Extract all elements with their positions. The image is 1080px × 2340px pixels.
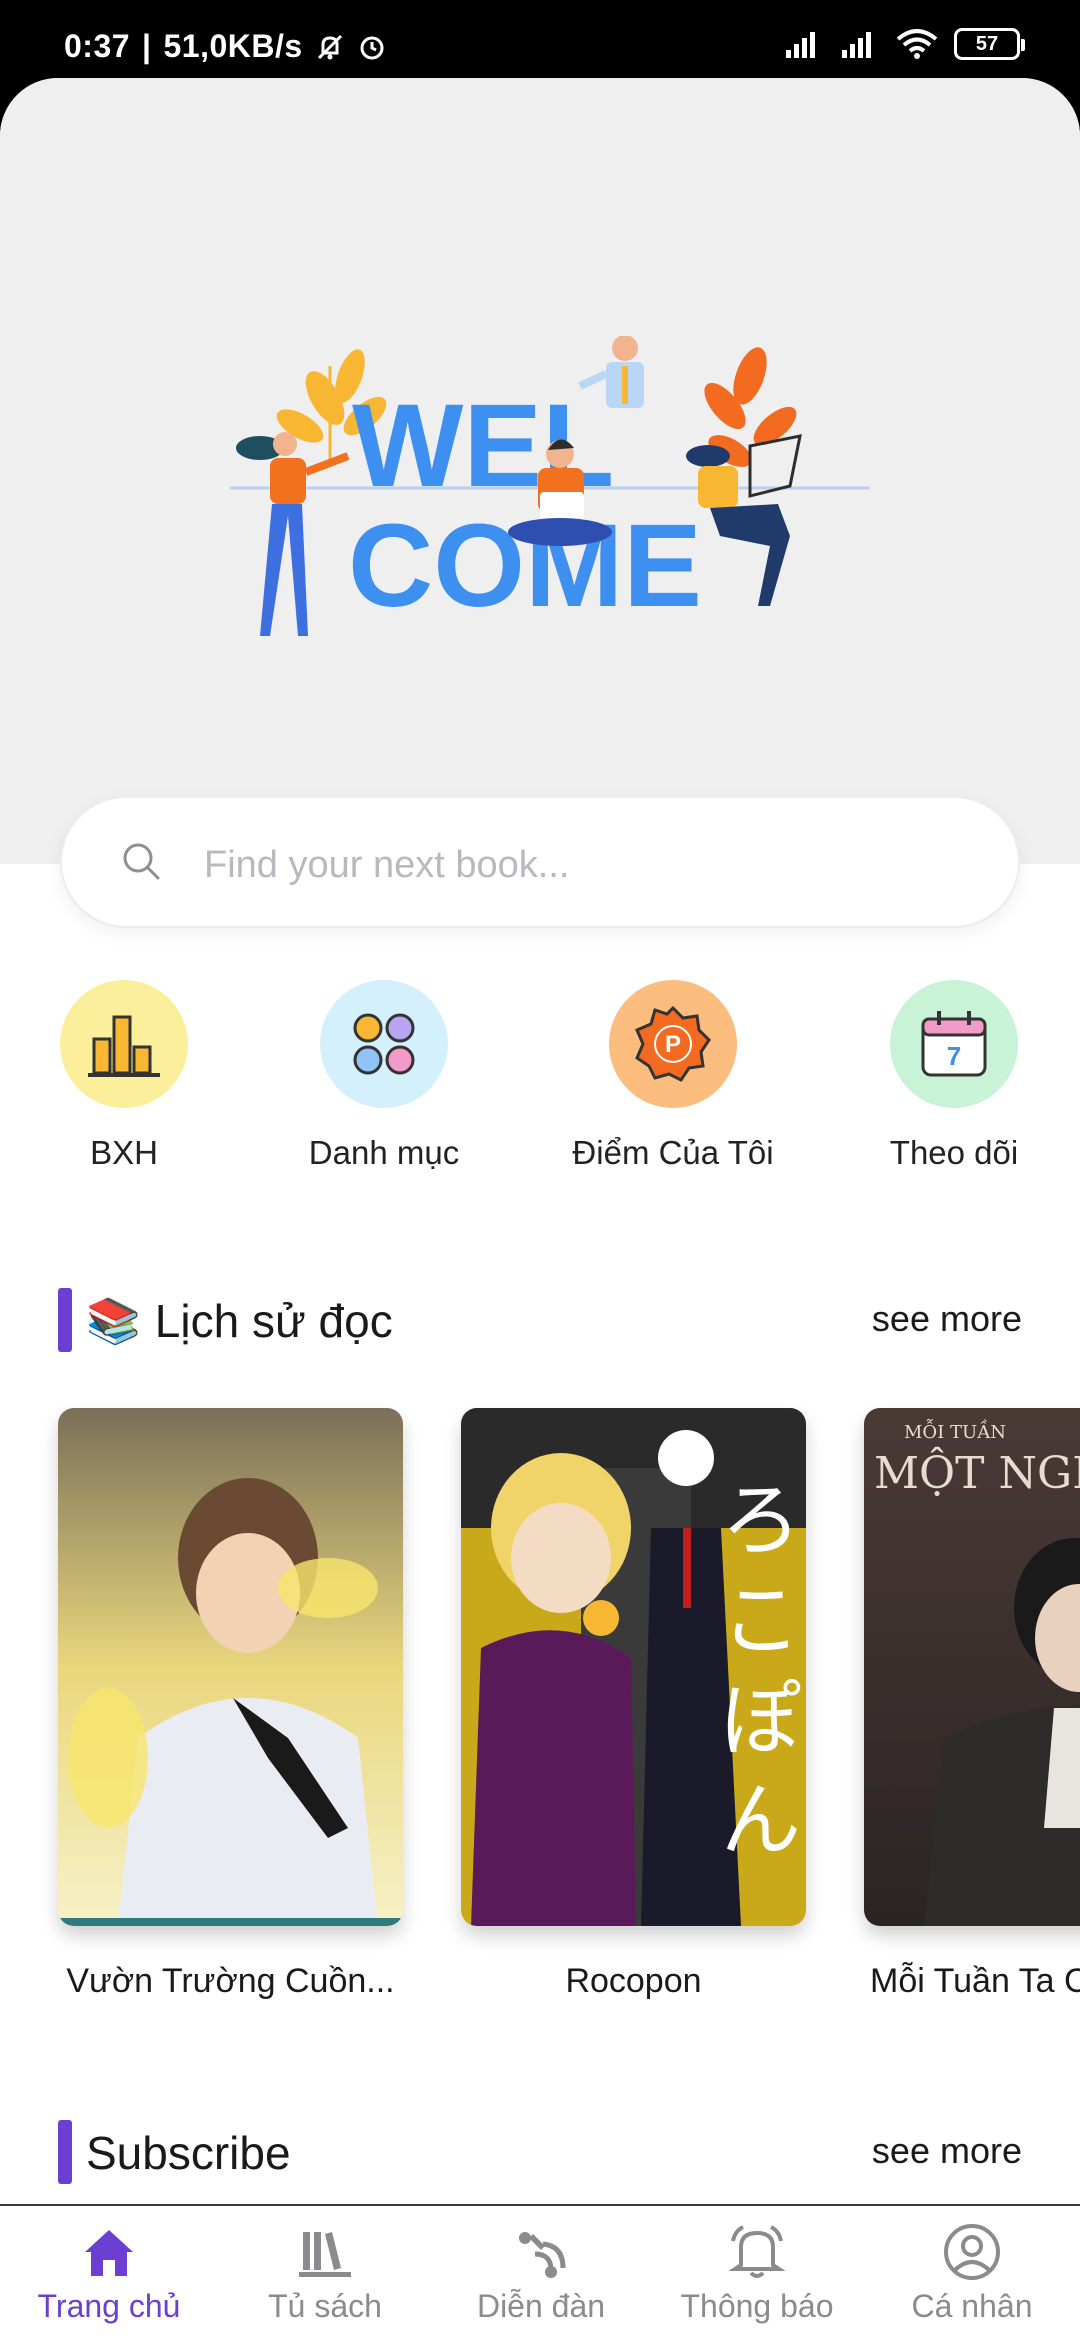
- wifi-icon: [896, 29, 938, 59]
- svg-text:ぽ: ぽ: [721, 1674, 801, 1767]
- svg-text:P: P: [665, 1031, 681, 1058]
- history-section-header: 📚 Lịch sử đọc see more: [0, 1288, 1080, 1358]
- svg-text:ろ: ろ: [721, 1474, 801, 1567]
- search-bar[interactable]: Find your next book...: [60, 796, 1020, 928]
- bookshelf-icon: [297, 2220, 353, 2284]
- subscribe-see-more-link[interactable]: see more: [872, 2130, 1022, 2172]
- mute-icon: [317, 34, 342, 59]
- points-badge-icon: P: [609, 980, 737, 1108]
- search-input[interactable]: Find your next book...: [204, 844, 569, 887]
- book-title: Mỗi Tuần Ta C: [870, 1962, 1080, 2000]
- svg-text:ん: ん: [721, 1774, 801, 1867]
- book-cover: ろ こ ぽ ん: [461, 1408, 806, 1926]
- book-card[interactable]: MỘT NGH MỖI TUẦN Mỗi Tuần Ta C: [864, 1408, 1080, 2001]
- search-icon: [123, 843, 160, 880]
- book-title: Rocopon: [565, 1962, 702, 2000]
- book-card[interactable]: Vườn Trường Cuồn...: [58, 1408, 403, 2001]
- nav-tab-bookshelf[interactable]: Tủ sách: [217, 2206, 433, 2340]
- forum-icon: [511, 2220, 571, 2284]
- bell-icon: [727, 2220, 787, 2284]
- profile-icon: [942, 2220, 1002, 2284]
- book-title: Vườn Trường Cuồn...: [66, 1962, 395, 2000]
- welcome-banner: WEL COME: [0, 78, 1080, 864]
- signal-icon-2: [842, 32, 871, 58]
- svg-text:MỘT NGH: MỘT NGH: [874, 1446, 1080, 1499]
- history-book-list: Vườn Trường Cuồn... ろ こ ぽ ん Rocopon MỘT …: [0, 1408, 1080, 2000]
- status-right: 57: [784, 28, 1025, 60]
- books-emoji-icon: 📚: [86, 1297, 141, 1346]
- home-icon: [81, 2220, 137, 2284]
- subscribe-title: Subscribe: [86, 2127, 291, 2179]
- nav-tab-home[interactable]: Trang chủ: [1, 2206, 217, 2340]
- quick-action-diem[interactable]: P Điểm Của Tôi: [543, 980, 803, 1172]
- signal-icon: [786, 32, 815, 58]
- section-accent-bar: [58, 1288, 72, 1352]
- quick-actions: BXH Danh mục P Điểm Của Tôi 7 Theo dõi: [0, 980, 1080, 1190]
- svg-text:7: 7: [947, 1041, 961, 1071]
- quick-action-theo-doi[interactable]: 7 Theo dõi: [824, 980, 1080, 1172]
- quick-action-danh-muc[interactable]: Danh mục: [254, 980, 514, 1172]
- section-accent-bar: [58, 2120, 72, 2184]
- status-left: 0:37 | 51,0KB/s: [64, 28, 387, 65]
- calendar-icon: 7: [890, 980, 1018, 1108]
- svg-text:こ: こ: [721, 1574, 801, 1667]
- book-card[interactable]: ろ こ ぽ ん Rocopon: [461, 1408, 806, 2001]
- status-network-speed: 51,0KB/s: [163, 28, 303, 64]
- alarm-icon: [360, 36, 384, 59]
- battery-indicator: 57: [954, 28, 1025, 60]
- quick-action-bxh[interactable]: BXH: [0, 980, 254, 1172]
- bar-chart-icon: [60, 980, 188, 1108]
- nav-tab-profile[interactable]: Cá nhân: [864, 2206, 1080, 2340]
- status-time: 0:37: [64, 28, 131, 64]
- book-cover: [58, 1408, 403, 1926]
- book-cover: MỘT NGH MỖI TUẦN: [864, 1408, 1080, 1926]
- history-see-more-link[interactable]: see more: [872, 1298, 1022, 1340]
- status-bar: 0:37 | 51,0KB/s 57: [0, 0, 1080, 78]
- subscribe-section-header: Subscribe see more: [0, 2120, 1080, 2190]
- bottom-navigation: Trang chủ Tủ sách Diễn đàn Thông báo Cá …: [0, 2204, 1080, 2340]
- history-title: 📚 Lịch sử đọc: [86, 1295, 393, 1347]
- welcome-text-line2: COME: [348, 500, 702, 632]
- nav-tab-forum[interactable]: Diễn đàn: [433, 2206, 649, 2340]
- welcome-illustration: WEL COME: [230, 336, 870, 636]
- app-screen: WEL COME Find your next book... BXH Danh…: [0, 78, 1080, 2340]
- category-grid-icon: [320, 980, 448, 1108]
- nav-tab-notifications[interactable]: Thông báo: [649, 2206, 865, 2340]
- svg-text:MỖI TUẦN: MỖI TUẦN: [904, 1418, 1006, 1443]
